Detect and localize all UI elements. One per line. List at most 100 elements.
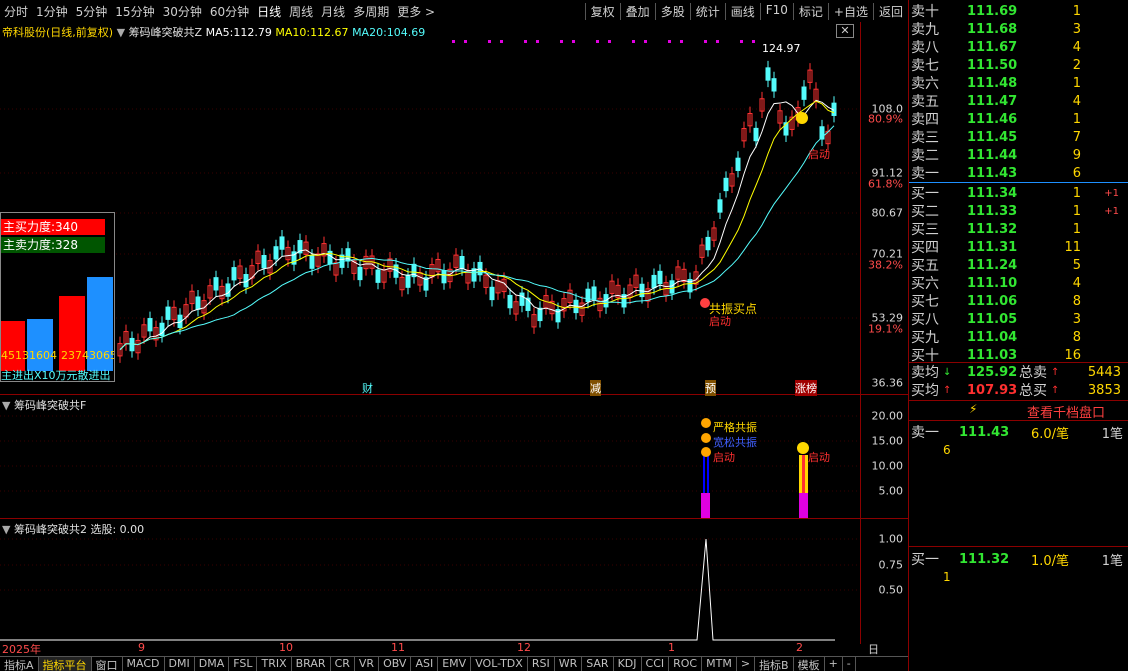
period-tab[interactable]: 15分钟	[111, 3, 158, 20]
event-marker[interactable]: 财	[362, 380, 373, 396]
indicator-tab[interactable]: DMI	[165, 657, 195, 671]
period-tab[interactable]: 周线	[285, 3, 317, 20]
indicator-tab[interactable]: >	[737, 657, 756, 671]
toolbar-button[interactable]: 叠加	[619, 2, 655, 20]
ask-row[interactable]: 卖十 111.69 1	[909, 2, 1128, 21]
bid-row[interactable]: 买二 111.33 1 +1	[909, 202, 1128, 221]
indicator-tab[interactable]: MTM	[702, 657, 737, 671]
up-arrow-icon: ↑	[1051, 366, 1060, 378]
ask-row[interactable]: 卖五 111.47 4	[909, 92, 1128, 111]
indicator-name[interactable]: 筹码峰突破共Z	[129, 26, 203, 39]
candle-body	[723, 177, 729, 192]
level-volume: 5	[1072, 257, 1081, 273]
indicator-tab[interactable]: SAR	[582, 657, 614, 671]
level-volume: 4	[1072, 93, 1081, 109]
indicator-tab[interactable]: FSL	[229, 657, 258, 671]
sub1-indicator-name[interactable]: 筹码峰突破共F	[14, 399, 86, 412]
toolbar-button[interactable]: 返回	[872, 2, 908, 20]
toolbar-button[interactable]: 标记	[792, 2, 828, 20]
indicator-tab[interactable]: CCI	[642, 657, 670, 671]
ask-row[interactable]: 卖三 111.45 7	[909, 128, 1128, 147]
level-volume: 4	[1072, 39, 1081, 55]
main-kline-pane[interactable]: 帝科股份(日线,前复权) ▼ 筹码峰突破共Z MA5:112.79 MA10:1…	[0, 22, 908, 396]
ask-row[interactable]: 卖八 111.67 4	[909, 38, 1128, 57]
bid-row[interactable]: 买八 111.05 3	[909, 310, 1128, 329]
indicator-tab[interactable]: 模板	[794, 657, 825, 671]
ask-row[interactable]: 卖六 111.48 1	[909, 74, 1128, 93]
power-footer: 主进出X10万元 散进出	[1, 367, 114, 383]
indicator-tab[interactable]: BRAR	[292, 657, 331, 671]
indicator-tab[interactable]: OBV	[379, 657, 412, 671]
level-label: 买十	[911, 348, 939, 364]
bid-row[interactable]: 买十 111.03 16	[909, 346, 1128, 365]
period-tab[interactable]: 月线	[317, 3, 349, 20]
indicator-tab[interactable]: WR	[555, 657, 583, 671]
event-marker[interactable]: 预	[705, 380, 716, 396]
level-change: +1	[1104, 205, 1119, 217]
indicator-tab[interactable]: ASI	[411, 657, 439, 671]
indicator-tab[interactable]: KDJ	[614, 657, 642, 671]
ask-row[interactable]: 卖四 111.46 1	[909, 110, 1128, 129]
level-label: 买四	[911, 240, 939, 256]
indicator-tab[interactable]: TRIX	[257, 657, 292, 671]
indicator-tab[interactable]: VR	[355, 657, 380, 671]
event-marker[interactable]: 减	[590, 380, 601, 396]
toolbar-button[interactable]: 画线	[724, 2, 760, 20]
period-tab[interactable]: 多周期	[349, 3, 393, 20]
indicator-tab[interactable]: DMA	[195, 657, 230, 671]
sub-pane-f[interactable]: ▼ 筹码峰突破共F 20.00 15.00 10.00 5.00 严格共振 宽松…	[0, 395, 908, 519]
period-tab[interactable]: 30分钟	[159, 3, 206, 20]
bid-row[interactable]: 买七 111.06 8	[909, 292, 1128, 311]
signal-dot	[632, 40, 635, 43]
toolbar-button[interactable]: 统计	[689, 2, 725, 20]
indicator-tab[interactable]: -	[843, 657, 856, 671]
toolbar-button[interactable]: 多股	[654, 2, 690, 20]
candle-body	[213, 277, 219, 291]
bid-row[interactable]: 买六 111.10 4	[909, 274, 1128, 293]
sub2-indicator-name[interactable]: 筹码峰突破共2	[14, 523, 87, 536]
toolbar-button[interactable]: 复权	[584, 2, 620, 20]
indicator-tab[interactable]: 指标B	[755, 657, 794, 671]
indicator-tab[interactable]: VOL-TDX	[471, 657, 528, 671]
indicator-tab[interactable]: RSI	[528, 657, 555, 671]
event-marker[interactable]: 涨榜	[795, 380, 817, 396]
depth-queue-button[interactable]: 查看千档盘口	[1027, 402, 1105, 421]
bid-row[interactable]: 买三 111.32 1	[909, 220, 1128, 239]
bid-row[interactable]: 买四 111.31 11	[909, 238, 1128, 257]
signal-dot	[596, 40, 599, 43]
ask-row[interactable]: 卖七 111.50 2	[909, 56, 1128, 75]
toolbar-button[interactable]: +自选	[827, 2, 873, 20]
power-value: 3065	[89, 349, 114, 362]
indicator-tab[interactable]: 指标平台	[38, 657, 92, 671]
indicator-tab[interactable]: ROC	[669, 657, 703, 671]
indicator-tab[interactable]: 指标A	[0, 657, 39, 671]
toolbar-button[interactable]: F10	[759, 2, 793, 20]
ma20-label: MA20:	[352, 26, 387, 39]
period-tab[interactable]: 5分钟	[72, 3, 112, 20]
candle-body	[801, 86, 807, 100]
chevron-down-icon[interactable]: ▼	[117, 26, 125, 39]
indicator-tab[interactable]: +	[825, 657, 843, 671]
bid-row[interactable]: 买九 111.04 8	[909, 328, 1128, 347]
sub-pane-2[interactable]: ▼ 筹码峰突破共2 选股: 0.00 1.00 0.75 0.50	[0, 519, 908, 644]
ask-row[interactable]: 卖一 111.43 6	[909, 164, 1128, 183]
ytick: 5.00	[878, 484, 904, 498]
indicator-tab[interactable]: 窗口	[92, 657, 123, 671]
indicator-tab[interactable]: EMV	[438, 657, 472, 671]
bid-row[interactable]: 买一 111.34 1 +1	[909, 184, 1128, 203]
period-tab[interactable]: 60分钟	[206, 3, 253, 20]
candle-body	[357, 266, 363, 281]
indicator-tab[interactable]: MACD	[123, 657, 165, 671]
ask-row[interactable]: 卖二 111.44 9	[909, 146, 1128, 165]
ask-row[interactable]: 卖九 111.68 3	[909, 20, 1128, 39]
chevron-down-icon[interactable]: ▼	[2, 399, 10, 412]
indicator-tab[interactable]: CR	[331, 657, 355, 671]
period-tab[interactable]: 1分钟	[32, 3, 72, 20]
period-tab[interactable]: 分时	[0, 3, 32, 20]
chevron-down-icon[interactable]: ▼	[2, 523, 10, 536]
bid-row[interactable]: 买五 111.24 5	[909, 256, 1128, 275]
candle-body	[459, 255, 465, 270]
candle-body	[147, 318, 153, 332]
period-tab[interactable]: 日线	[253, 3, 285, 20]
period-tab[interactable]: 更多 >	[393, 3, 439, 20]
